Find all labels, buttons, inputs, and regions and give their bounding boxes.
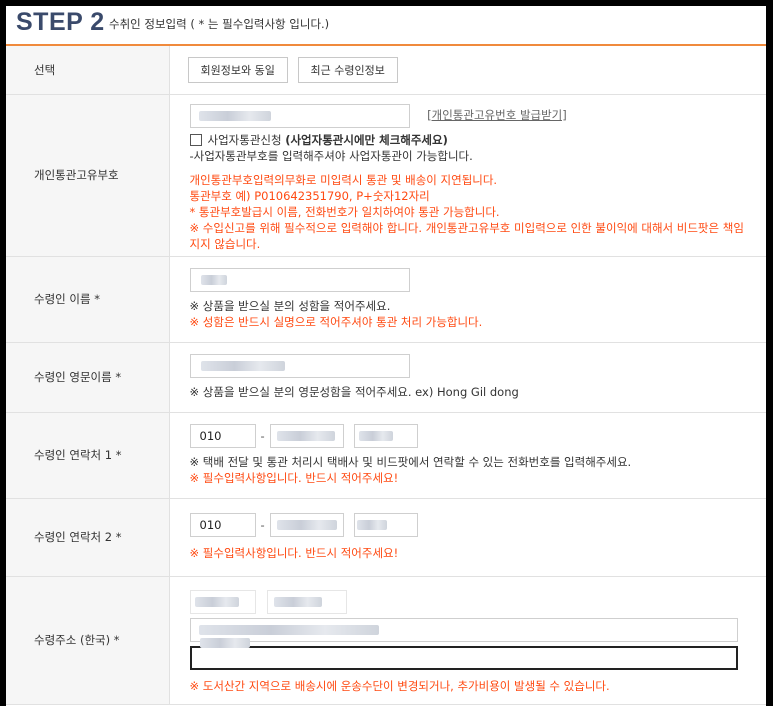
address-main-input[interactable]	[189, 617, 738, 642]
customs-note-1: 개인통관부호입력의무화로 미입력시 통관 및 배송이 지연됩니다.	[189, 172, 498, 187]
customs-note-2: 통관부호 예) P010642351790, P+숫자12자리	[189, 188, 430, 203]
recipient-english-name-help: ※ 상품을 받으실 분의 영문성함을 적어주세요. ex) Hong Gil d…	[189, 385, 519, 399]
recipient-name-warning: ※ 성함은 반드시 실명으로 적어주셔야 통관 처리 가능합니다.	[189, 315, 483, 329]
recipient-phone1-row: 수령인 연락처 1 * 010- ※ 택배 전달 및 통관 처리시 택배사 및 …	[6, 412, 766, 499]
recipient-address-label: 수령주소 (한국) *	[6, 576, 170, 705]
recipient-phone1-label: 수령인 연락처 1 *	[6, 412, 170, 499]
step-subtitle: 수취인 정보입력 ( * 는 필수입력사항 입니다.)	[109, 17, 330, 31]
business-customs-checkbox[interactable]	[189, 134, 202, 146]
recipient-form-panel: STEP 2 수취인 정보입력 ( * 는 필수입력사항 입니다.) 선택 회원…	[6, 6, 766, 706]
recipient-phone1-help: ※ 택배 전달 및 통관 처리시 택배사 및 비드팟에서 연락할 수 있는 전화…	[189, 455, 632, 469]
recipient-english-name-input[interactable]	[189, 354, 410, 378]
phone2-prefix-input[interactable]: 010	[189, 513, 256, 537]
business-customs-label: 사업자통관신청	[207, 132, 282, 147]
postcode-input[interactable]	[189, 589, 256, 614]
phone1-dash: -	[260, 429, 265, 443]
recipient-english-name-row: 수령인 영문이름 * ※ 상품을 받으실 분의 영문성함을 적어주세요. ex)…	[6, 342, 766, 413]
customs-note-4: ※ 수입신고를 위해 필수적으로 입력해야 합니다. 개인통관고유부호 미입력으…	[189, 220, 744, 235]
recipient-address-warning: ※ 도서산간 지역으로 배송시에 운송수단이 변경되거나, 추가비용이 발생될 …	[189, 678, 610, 693]
customs-note-3: * 통관부호발급시 이름, 전화번호가 일치하여야 통관 가능합니다.	[189, 204, 500, 219]
business-customs-help: -사업자통관부호를 입력해주셔야 사업자통관이 가능합니다.	[189, 148, 473, 163]
recipient-name-label: 수령인 이름 *	[6, 256, 170, 343]
recipient-name-input[interactable]	[189, 268, 410, 292]
recipient-phone2-row: 수령인 연락처 2 * 010- ※ 필수입력사항입니다. 반드시 적어주세요!	[6, 498, 766, 577]
recipient-name-help: ※ 상품을 받으실 분의 성함을 적어주세요.	[189, 299, 391, 313]
customs-code-issue-link[interactable]: [개인통관고유번호 발급받기]	[427, 108, 567, 122]
recent-recipient-button[interactable]: 최근 수령인정보	[297, 56, 398, 83]
phone1-middle-input[interactable]	[269, 424, 344, 448]
same-as-member-button[interactable]: 회원정보와 동일	[187, 56, 288, 83]
phone1-last-input[interactable]	[353, 424, 418, 448]
customs-code-label: 개인통관고유부호	[6, 94, 170, 257]
recipient-address-row: 수령주소 (한국) * ※ 도서산간 지역으로 배송시에 운송수단이 변경되거나…	[6, 576, 766, 705]
recipient-phone2-label: 수령인 연락처 2 *	[6, 498, 170, 577]
select-label: 선택	[6, 46, 170, 95]
phone2-dash: -	[260, 518, 265, 532]
customs-note-5: 지지 않습니다.	[189, 236, 261, 251]
step-header: STEP 2 수취인 정보입력 ( * 는 필수입력사항 입니다.)	[6, 6, 766, 46]
recipient-phone2-warning: ※ 필수입력사항입니다. 반드시 적어주세요!	[189, 546, 399, 560]
recipient-phone1-warning: ※ 필수입력사항입니다. 반드시 적어주세요!	[189, 471, 399, 485]
recipient-form-table: 선택 회원정보와 동일 최근 수령인정보 개인통관고유부호 [개인통관고유번호 …	[6, 46, 766, 705]
phone2-middle-input[interactable]	[269, 513, 344, 537]
customs-code-row: 개인통관고유부호 [개인통관고유번호 발급받기] 사업자통관신청 (사업자통관시…	[6, 94, 766, 257]
phone2-last-input[interactable]	[353, 513, 418, 537]
postcode-search-button[interactable]	[267, 589, 348, 614]
step-title: STEP 2	[16, 8, 105, 36]
customs-code-input[interactable]	[189, 103, 410, 128]
recipient-name-row: 수령인 이름 * ※ 상품을 받으실 분의 성함을 적어주세요. ※ 성함은 반…	[6, 256, 766, 343]
business-customs-bold-note: (사업자통관시에만 체크해주세요)	[285, 132, 448, 147]
phone1-prefix-input[interactable]: 010	[189, 424, 256, 448]
select-row: 선택 회원정보와 동일 최근 수령인정보	[6, 46, 766, 95]
address-detail-input[interactable]	[189, 637, 738, 670]
recipient-english-name-label: 수령인 영문이름 *	[6, 342, 170, 413]
